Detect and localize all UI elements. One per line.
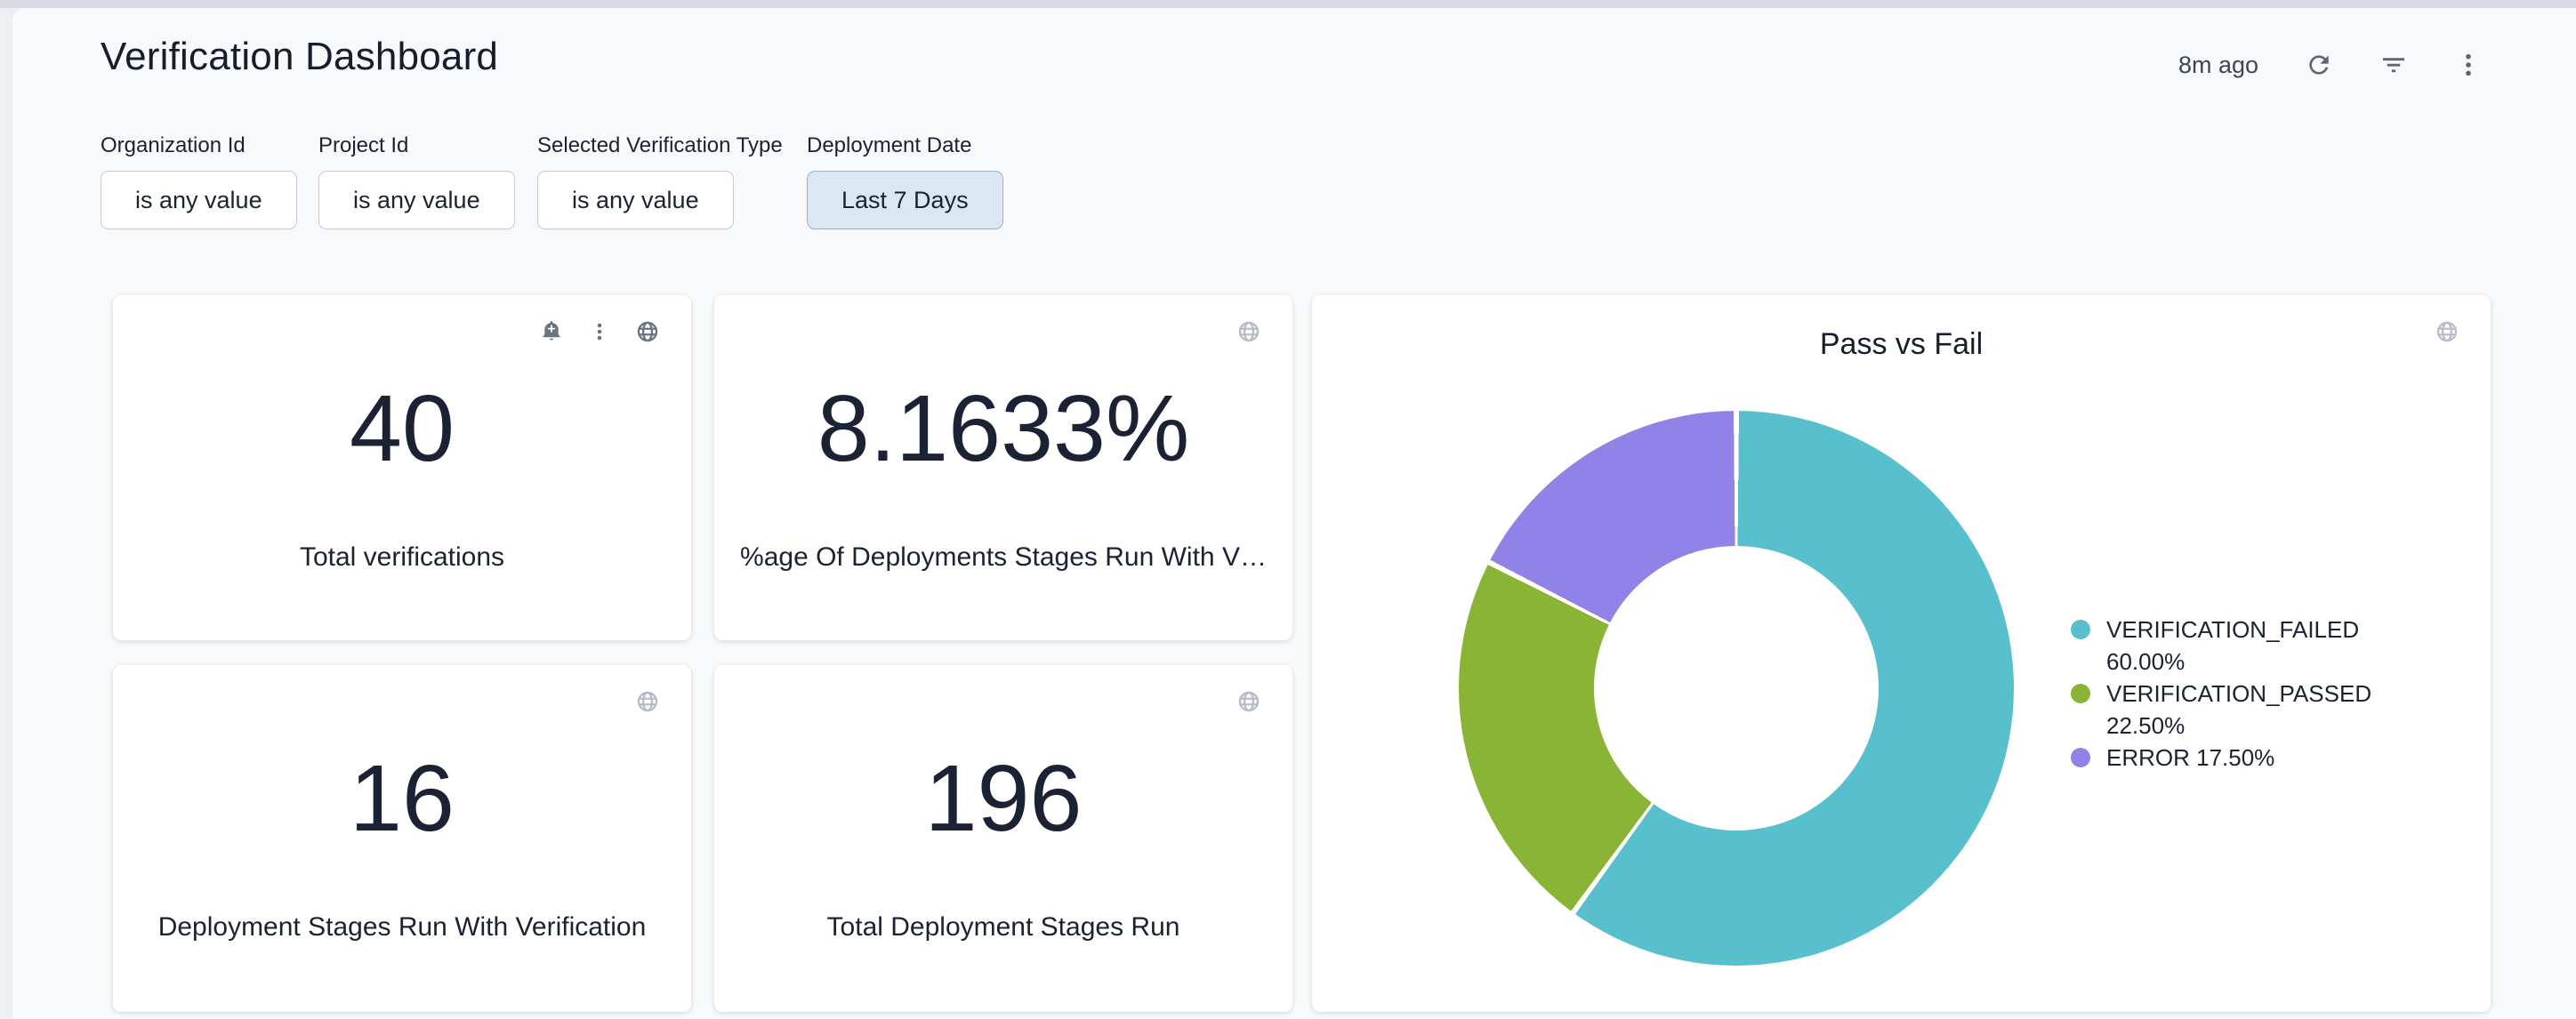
filter-verification-type: Selected Verification Type is any value bbox=[537, 133, 807, 229]
legend-dot bbox=[2071, 684, 2090, 703]
tile-percent-stages-with-verification: 8.1633% %age Of Deployments Stages Run W… bbox=[714, 295, 1292, 640]
tile-value: 16 bbox=[113, 747, 691, 851]
filter-deployment-date: Deployment Date Last 7 Days bbox=[807, 133, 1020, 229]
last-refresh-time: 8m ago bbox=[2178, 52, 2258, 79]
legend-dot bbox=[2071, 748, 2090, 767]
tile-value: 8.1633% bbox=[714, 377, 1292, 481]
globe-icon[interactable] bbox=[635, 319, 660, 344]
window-top-strip bbox=[0, 0, 2576, 8]
refresh-icon[interactable] bbox=[2305, 51, 2333, 79]
legend-item[interactable]: ERROR 17.50% bbox=[2071, 742, 2373, 774]
filter-label: Project Id bbox=[318, 133, 537, 158]
tile-actions bbox=[1236, 319, 1261, 344]
filter-label: Deployment Date bbox=[807, 133, 1020, 158]
chart-legend: VERIFICATION_FAILED 60.00%VERIFICATION_P… bbox=[2071, 614, 2373, 774]
pass-vs-fail-chart-card: Pass vs Fail VERIFICATION_FAILED 60.00%V… bbox=[1312, 295, 2491, 1012]
filter-value-chip[interactable]: is any value bbox=[101, 171, 297, 229]
filter-project-id: Project Id is any value bbox=[318, 133, 537, 229]
legend-item[interactable]: VERIFICATION_FAILED 60.00% bbox=[2071, 614, 2373, 678]
globe-icon[interactable] bbox=[635, 689, 660, 714]
page-title: Verification Dashboard bbox=[101, 35, 498, 79]
tile-value: 196 bbox=[714, 747, 1292, 851]
tile-actions bbox=[1236, 689, 1261, 714]
chart-title: Pass vs Fail bbox=[1312, 327, 2491, 362]
kebab-icon[interactable] bbox=[2454, 51, 2483, 79]
dashboard-panel: Verification Dashboard 8m ago Organizati… bbox=[12, 8, 2576, 1019]
legend-item[interactable]: VERIFICATION_PASSED 22.50% bbox=[2071, 678, 2373, 742]
filter-value-chip[interactable]: is any value bbox=[537, 171, 734, 229]
legend-label: VERIFICATION_PASSED 22.50% bbox=[2106, 678, 2373, 742]
tile-actions bbox=[539, 319, 660, 344]
tile-stages-run-with-verification: 16 Deployment Stages Run With Verificati… bbox=[113, 665, 691, 1012]
header-actions: 8m ago bbox=[2178, 45, 2483, 84]
tile-label: Deployment Stages Run With Verification bbox=[134, 912, 670, 943]
kebab-icon[interactable] bbox=[589, 321, 610, 342]
filter-label: Selected Verification Type bbox=[537, 133, 807, 158]
filter-label: Organization Id bbox=[101, 133, 318, 158]
filter-organization-id: Organization Id is any value bbox=[101, 133, 318, 229]
globe-icon[interactable] bbox=[1236, 319, 1261, 344]
legend-dot bbox=[2071, 620, 2090, 639]
notification-add-icon[interactable] bbox=[539, 319, 564, 344]
globe-icon[interactable] bbox=[2435, 319, 2459, 344]
tile-label: %age Of Deployments Stages Run With V… bbox=[736, 542, 1271, 573]
tile-label: Total Deployment Stages Run bbox=[736, 912, 1271, 943]
tile-total-stages-run: 196 Total Deployment Stages Run bbox=[714, 665, 1292, 1012]
tile-label: Total verifications bbox=[134, 542, 670, 573]
tile-value: 40 bbox=[113, 377, 691, 481]
globe-icon[interactable] bbox=[1236, 689, 1261, 714]
tile-actions bbox=[2435, 319, 2459, 344]
legend-label: VERIFICATION_FAILED 60.00% bbox=[2106, 614, 2373, 678]
filter-value-chip[interactable]: Last 7 Days bbox=[807, 171, 1003, 229]
tile-total-verifications: 40 Total verifications bbox=[113, 295, 691, 640]
legend-label: ERROR 17.50% bbox=[2106, 742, 2373, 774]
filter-value-chip[interactable]: is any value bbox=[318, 171, 515, 229]
donut-chart[interactable] bbox=[1459, 411, 2014, 966]
filter-icon[interactable] bbox=[2379, 51, 2408, 79]
dashboard-page: Verification Dashboard 8m ago Organizati… bbox=[0, 0, 2576, 1019]
filter-bar: Organization Id is any value Project Id … bbox=[101, 133, 1020, 229]
tile-actions bbox=[635, 689, 660, 714]
